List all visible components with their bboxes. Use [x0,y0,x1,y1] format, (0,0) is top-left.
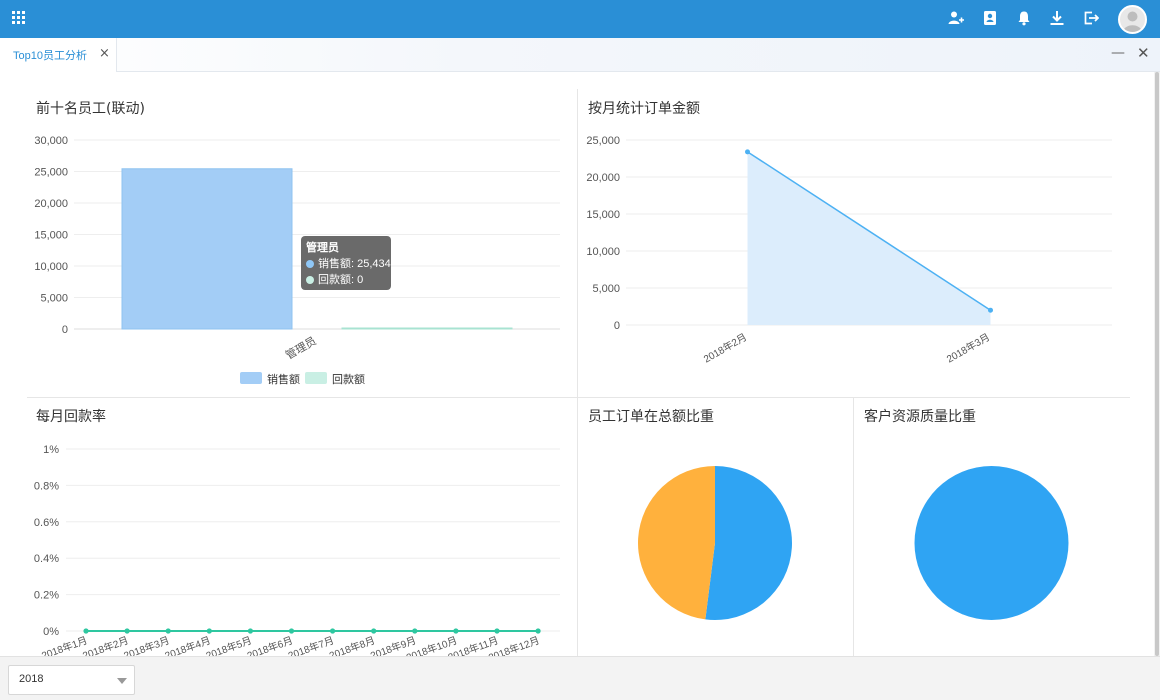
top-bar [0,0,1160,38]
data-point [83,628,89,634]
panel-divider [27,397,1130,398]
legend-swatch-payment[interactable] [305,372,327,384]
y-tick-label: 30,000 [34,135,68,147]
data-point [745,149,750,155]
y-tick-label: 5,000 [40,293,68,305]
tooltip-row-sales: 销售额: 25,434 [306,256,391,272]
tooltip-label-payment: 回款额: 0 [318,274,364,286]
bar-payment [341,327,513,330]
y-tick-label: 25,000 [586,135,620,147]
data-point [453,628,459,634]
tooltip-dot-sales [306,260,314,268]
bar-sales [121,168,293,330]
pie-slice [637,466,715,620]
data-point [494,628,500,634]
add-user-icon[interactable] [948,10,964,26]
y-tick-label: 0% [43,626,59,638]
legend-swatch-sales[interactable] [240,372,262,384]
close-window-icon[interactable]: ✕ [1137,44,1150,62]
data-point [288,628,295,634]
data-point [124,628,130,634]
panel-title-monthly-amount: 按月统计订单金额 [588,101,700,117]
bell-icon[interactable] [1016,10,1032,26]
y-tick-label: 15,000 [34,230,68,242]
tab-close-icon[interactable]: × [99,46,110,61]
y-tick-label: 0.2% [34,590,59,602]
panel-title-employee-share: 员工订单在总额比重 [588,409,714,425]
year-select[interactable]: 2018 [8,665,135,695]
y-tick-label: 5,000 [592,283,620,295]
y-tick-label: 0.6% [34,517,59,529]
pie-chart-employee-share[interactable] [578,435,853,656]
legend-label-payment[interactable]: 回款额 [332,371,365,387]
chart-legend: 销售额 回款额 [240,371,370,387]
pie-slice [705,466,792,620]
minimize-icon[interactable]: — [1111,45,1125,61]
tooltip-dot-payment [306,276,314,284]
chart-tooltip: 管理员 销售额: 25,434 回款额: 0 [301,236,391,290]
x-tick-label: 2018年3月 [944,330,992,365]
panel-title-monthly-rate: 每月回款率 [36,409,106,425]
y-tick-label: 10,000 [586,246,620,258]
y-tick-label: 20,000 [34,198,68,210]
year-select-value: 2018 [19,673,44,685]
tab-bar: Top10员工分析 × — ✕ [0,38,1160,72]
scrollbar-thumb[interactable] [1155,72,1159,656]
apps-grid-icon[interactable] [12,11,26,25]
logout-icon[interactable] [1083,10,1099,26]
panel-title-customer-quality: 客户资源质量比重 [864,409,976,425]
data-point [371,628,377,634]
area-fill [747,151,991,325]
tab-label: Top10员工分析 [13,50,87,62]
x-tick-label: 管理员 [283,333,319,362]
data-point [330,628,336,634]
y-tick-label: 0.8% [34,480,59,492]
pie-chart-customer-quality[interactable] [854,435,1130,656]
avatar[interactable] [1118,5,1147,34]
bar-chart[interactable]: 0 5,000 10,000 15,000 20,000 25,000 30,000 管理员 [0,125,577,365]
line-chart[interactable]: 0%0.2%0.4%0.6%0.8%1%2018年1月2018年2月2018年3… [0,435,577,656]
tab-top10-analysis[interactable]: Top10员工分析 × [0,38,117,72]
download-icon[interactable] [1049,10,1065,26]
contacts-icon[interactable] [982,10,998,26]
legend-label-sales[interactable]: 销售额 [267,371,300,387]
tooltip-row-payment: 回款额: 0 [306,272,386,288]
data-point [535,628,541,634]
data-point [412,628,418,634]
y-tick-label: 15,000 [586,209,620,221]
data-point [165,628,171,634]
x-tick-label: 2018年2月 [701,330,749,365]
pie-slice [914,466,1069,620]
area-chart[interactable]: 0 5,000 10,000 15,000 20,000 25,000 2018年2月 201… [578,125,1153,375]
panel-title-top10: 前十名员工(联动) [36,101,145,117]
tooltip-label-sales: 销售额: 25,434 [318,258,391,270]
y-tick-label: 0 [62,324,68,336]
chevron-down-icon[interactable] [117,678,127,684]
y-tick-label: 0.4% [34,553,59,565]
y-tick-label: 1% [43,444,59,456]
y-tick-label: 20,000 [586,172,620,184]
data-point [988,307,993,313]
data-point [206,628,212,634]
bottom-toolbar: 2018 [0,656,1160,700]
y-tick-label: 25,000 [34,167,68,179]
y-tick-label: 10,000 [34,261,68,273]
tooltip-title: 管理员 [306,242,339,254]
data-point [247,628,253,634]
y-tick-label: 0 [614,320,620,332]
